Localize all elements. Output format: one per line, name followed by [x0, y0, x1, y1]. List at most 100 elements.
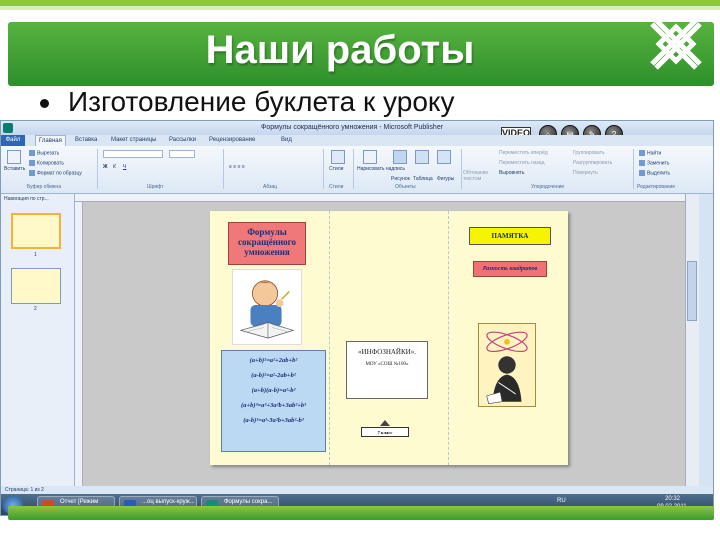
brochure-title[interactable]: Формулы сокращённого умножения [228, 222, 306, 265]
select-button[interactable]: Выделить [639, 170, 670, 176]
tab-view[interactable]: Вид [281, 137, 292, 143]
draw-caption-button[interactable]: Нарисовать надпись [357, 166, 405, 172]
replace-icon [639, 160, 645, 166]
ribbon-tabs: Файл Главная Вставка Макет страницы Расс… [1, 135, 713, 146]
styles-icon[interactable] [331, 150, 345, 164]
bottom-stripe [8, 506, 714, 520]
rotate-button[interactable]: Повернуть [573, 170, 598, 176]
club-title: «ИНФОЗНАЙКИ». [358, 348, 416, 356]
bring-forward-button[interactable]: Переместить вперёд [499, 150, 548, 156]
paste-icon[interactable] [7, 150, 21, 164]
brochure-page: Формулы сокращённого умножения (a+b)²=a²… [210, 211, 568, 465]
clock-time: 20:32 [665, 496, 681, 502]
align-button[interactable]: Выровнять [499, 170, 525, 176]
ribbon-separator [223, 149, 224, 189]
formula-line: (a-b)³=a³-3a²b+3ab²-b³ [243, 417, 304, 424]
wrap-text-button[interactable]: Обтекание текстом [463, 170, 493, 182]
shapes-icon[interactable] [437, 150, 451, 164]
logo-icon [650, 18, 702, 70]
picture-icon[interactable] [393, 150, 407, 164]
tab-insert[interactable]: Вставка [75, 137, 97, 143]
bullet-dot [40, 99, 49, 108]
formulas-box[interactable]: (a+b)²=a²+2ab+b² (a-b)²=a²-2ab+b² (a+b)(… [221, 350, 326, 452]
ungroup-button[interactable]: Разгруппировать [573, 160, 612, 166]
scissors-icon [29, 150, 35, 156]
tab-file[interactable]: Файл [1, 135, 25, 146]
formula-line: (a+b)(a-b)=a²-b² [251, 387, 296, 394]
styles-group-label: Стили [329, 184, 344, 190]
ribbon-separator [97, 149, 98, 189]
club-title-box[interactable]: «ИНФОЗНАЙКИ». МОУ «СОШ №100» [346, 341, 428, 399]
scrollbar-thumb[interactable] [687, 261, 697, 321]
window-title: Формулы сокращённого умножения - Microso… [261, 124, 444, 131]
editing-group-label: Редактирование [637, 184, 676, 190]
tab-home[interactable]: Главная [35, 135, 66, 146]
navigation-pane: Навигация по стр... 1 2 [1, 194, 75, 486]
copy-button[interactable]: Копировать [29, 160, 64, 166]
difference-of-squares-label[interactable]: Разность квадратов [473, 261, 547, 277]
studying-boy-image[interactable] [232, 269, 302, 345]
replace-button[interactable]: Заменить [639, 160, 669, 166]
slide-title: Наши работы [205, 28, 475, 72]
paste-button[interactable]: Вставить [4, 166, 25, 172]
formula-line: (a-b)²=a²-2ab+b² [251, 372, 296, 379]
class-label[interactable]: 7 класс [361, 427, 409, 437]
ribbon-separator [353, 149, 354, 189]
select-icon [639, 170, 645, 176]
tab-page-layout[interactable]: Макет страницы [111, 137, 156, 143]
font-group-label: Шрифт [147, 184, 164, 190]
bullet-text: Изготовление буклета к уроку [68, 86, 455, 117]
shapes-button[interactable]: Фигуры [437, 176, 454, 182]
formula-line: (a+b)³=a³+3a²b+3ab²+b³ [240, 402, 307, 409]
clipboard-group-label: Буфер обмена [27, 184, 61, 190]
brush-icon [29, 170, 35, 176]
publisher-app-icon [3, 123, 13, 133]
send-backward-button[interactable]: Переместить назад [499, 160, 545, 166]
page-number-1: 1 [34, 252, 37, 258]
page-status: Страница: 1 из 2 [5, 487, 44, 493]
vertical-ruler [75, 202, 83, 486]
scientist-image[interactable] [478, 323, 536, 407]
picture-button[interactable]: Рисунок [391, 176, 410, 182]
group-button[interactable]: Группировать [573, 150, 605, 156]
objects-group-label: Объекты [395, 184, 416, 190]
fold-line [448, 211, 449, 465]
ribbon-separator [323, 149, 324, 189]
format-painter-button[interactable]: Формат по образцу [29, 170, 82, 176]
binoculars-icon [639, 150, 645, 156]
nav-pane-title: Навигация по стр... [4, 196, 49, 202]
paragraph-group-label: Абзац [263, 184, 278, 190]
page-number-2: 2 [34, 306, 37, 312]
font-name-select[interactable] [103, 150, 163, 158]
cut-button[interactable]: Вырезать [29, 150, 59, 156]
formula-line: (a+b)²=a²+2ab+b² [249, 357, 298, 364]
fold-line [329, 211, 330, 465]
italic-button[interactable]: К [113, 164, 116, 170]
language-indicator[interactable]: RU [557, 498, 566, 504]
vertical-scrollbar[interactable] [685, 194, 699, 486]
ribbon-separator [461, 149, 462, 189]
ribbon: Вставить Вырезать Копировать Формат по о… [1, 146, 713, 194]
top-stripe-light [0, 6, 720, 10]
find-button[interactable]: Найти [639, 150, 661, 156]
copy-icon [29, 160, 35, 166]
table-icon[interactable] [415, 150, 429, 164]
tab-review[interactable]: Рецензирование [209, 137, 255, 143]
horizontal-ruler [75, 194, 685, 202]
page-thumbnail-2[interactable] [11, 268, 61, 304]
bold-button[interactable]: Ж [103, 164, 108, 170]
table-button[interactable]: Таблица [413, 176, 433, 182]
font-size-select[interactable] [169, 150, 195, 158]
styles-button[interactable]: Стили [329, 166, 343, 172]
triangle-icon [380, 420, 390, 426]
memo-heading[interactable]: ПАМЯТКА [469, 227, 551, 245]
status-bar: Страница: 1 из 2 [1, 486, 713, 494]
underline-button[interactable]: Ч [123, 164, 126, 170]
align-buttons[interactable]: ≡ ≡ ≡ ≡ [229, 164, 245, 170]
ribbon-separator [633, 149, 634, 189]
school-name: МОУ «СОШ №100» [365, 362, 409, 367]
page-thumbnail-1[interactable] [11, 213, 61, 249]
textbox-icon[interactable] [363, 150, 377, 164]
arrange-group-label: Упорядочение [531, 184, 565, 190]
tab-mailings[interactable]: Рассылки [169, 137, 196, 143]
